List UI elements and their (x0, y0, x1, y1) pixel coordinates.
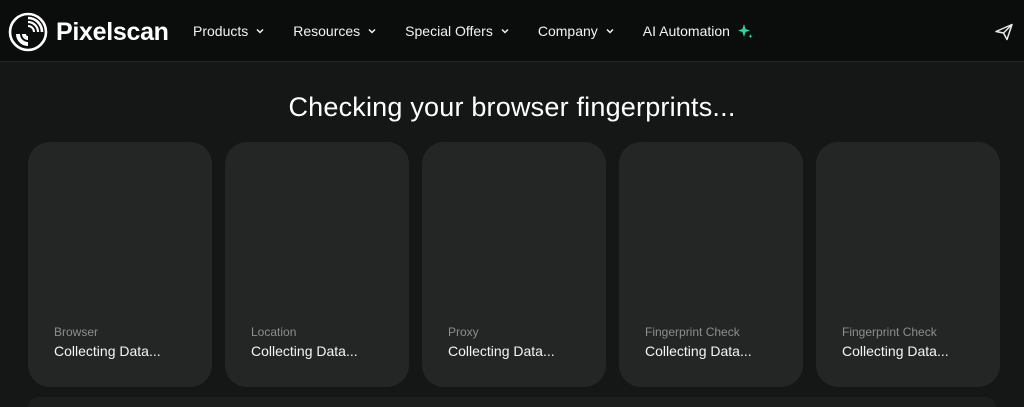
card-status: Collecting Data... (251, 343, 358, 359)
nav-products[interactable]: Products (193, 23, 265, 39)
main-nav: Products Resources Special Offers Compan… (193, 0, 754, 62)
nav-company-label: Company (537, 23, 598, 39)
send-icon[interactable] (994, 22, 1014, 42)
card-fingerprint-check-2: Fingerprint Check Collecting Data... (816, 142, 1000, 387)
nav-ai-automation-label: AI Automation (642, 23, 730, 39)
card-label: Proxy (448, 325, 479, 339)
card-proxy: Proxy Collecting Data... (422, 142, 606, 387)
card-label: Fingerprint Check (842, 325, 937, 339)
logo-link[interactable]: Pixelscan (8, 12, 169, 52)
chevron-down-icon (368, 28, 376, 34)
chevron-down-icon (256, 28, 264, 34)
card-status: Collecting Data... (645, 343, 752, 359)
next-section-edge (28, 397, 996, 407)
card-label: Location (251, 325, 297, 339)
nav-special-offers[interactable]: Special Offers (405, 23, 510, 39)
chevron-down-icon (606, 28, 614, 34)
nav-resources[interactable]: Resources (293, 23, 377, 39)
card-status: Collecting Data... (54, 343, 161, 359)
top-navbar: Pixelscan Products Resources Special Off… (0, 0, 1024, 62)
card-status: Collecting Data... (842, 343, 949, 359)
sparkle-icon (737, 24, 753, 39)
brand-name: Pixelscan (56, 17, 169, 46)
card-label: Fingerprint Check (645, 325, 740, 339)
page-heading: Checking your browser fingerprints... (288, 92, 736, 122)
card-fingerprint-check-1: Fingerprint Check Collecting Data... (619, 142, 803, 387)
card-label: Browser (54, 325, 99, 339)
nav-special-offers-label: Special Offers (405, 23, 493, 39)
nav-resources-label: Resources (293, 23, 361, 39)
nav-ai-automation[interactable]: AI Automation (643, 22, 754, 40)
pixelscan-logo-icon (8, 12, 48, 52)
card-status: Collecting Data... (448, 343, 555, 359)
fingerprint-cards: Browser Collecting Data... Location Coll… (28, 142, 1000, 387)
chevron-down-icon (501, 28, 509, 34)
nav-products-label: Products (193, 23, 249, 39)
card-location: Location Collecting Data... (225, 142, 409, 387)
nav-company[interactable]: Company (538, 23, 615, 39)
card-browser: Browser Collecting Data... (28, 142, 212, 387)
